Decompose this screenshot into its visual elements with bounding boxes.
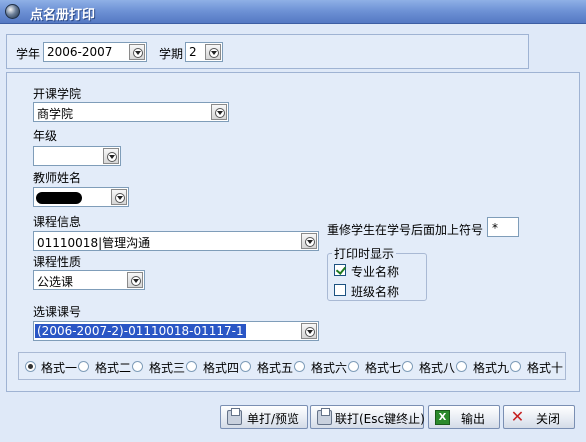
chevron-down-icon[interactable] (301, 233, 317, 249)
college-value: 商学院 (37, 107, 74, 121)
chevron-down-icon[interactable] (129, 44, 145, 60)
chevron-down-icon[interactable] (103, 148, 119, 164)
format-label-10: 格式十 (527, 361, 564, 375)
format-label-7: 格式七 (365, 361, 402, 375)
close-label: 关闭 (536, 412, 561, 426)
retake-symbol-value: * (492, 221, 498, 235)
format-radio-10[interactable] (510, 361, 521, 372)
main-form-panel: 开课学院 商学院 年级 教师姓名 课程信息 01110018|管理沟通 课程性质… (6, 72, 580, 392)
year-select[interactable]: 2006-2007 (43, 42, 147, 62)
retake-symbol-label: 重修学生在学号后面加上符号 (327, 223, 484, 237)
course-info-value: 01110018|管理沟通 (37, 236, 151, 250)
print-display-legend: 打印时显示 (332, 245, 397, 262)
course-nature-value: 公选课 (37, 275, 74, 289)
format-label-9: 格式九 (473, 361, 510, 375)
class-name-checkbox[interactable] (334, 284, 346, 296)
major-name-checkbox[interactable] (334, 264, 346, 276)
title-bar: 点名册打印 (0, 0, 586, 24)
batch-print-label: 联打(Esc键终止) (335, 412, 425, 426)
print-display-group: 打印时显示 专业名称 班级名称 (327, 245, 427, 301)
year-value: 2006-2007 (47, 45, 113, 59)
format-radio-4[interactable] (186, 361, 197, 372)
course-info-select[interactable]: 01110018|管理沟通 (33, 231, 319, 251)
format-label-3: 格式三 (149, 361, 186, 375)
college-label: 开课学院 (33, 87, 82, 101)
format-label-2: 格式二 (95, 361, 132, 375)
format-radio-7[interactable] (348, 361, 359, 372)
app-globe-icon (5, 4, 20, 19)
chevron-down-icon[interactable] (301, 323, 317, 339)
chevron-down-icon[interactable] (211, 104, 227, 120)
printer-icon (317, 408, 332, 425)
semester-value: 2 (189, 45, 197, 59)
grade-label: 年级 (33, 129, 58, 143)
format-radio-9[interactable] (456, 361, 467, 372)
chevron-down-icon[interactable] (205, 44, 221, 60)
course-nature-label: 课程性质 (33, 255, 82, 269)
format-label-5: 格式五 (257, 361, 294, 375)
format-label-1: 格式一 (41, 361, 78, 375)
close-button[interactable]: ✕ 关闭 (503, 405, 575, 429)
format-label-6: 格式六 (311, 361, 348, 375)
export-label: 输出 (461, 412, 486, 426)
course-code-select[interactable]: (2006-2007-2)-01110018-01117-1 (33, 321, 319, 341)
redacted-teacher-name (36, 192, 82, 204)
format-radio-8[interactable] (402, 361, 413, 372)
format-radio-group: 格式一 格式二 格式三 格式四 格式五 格式六 格式七 格式八 格式九 格式十 (18, 352, 566, 380)
class-name-label: 班级名称 (351, 285, 400, 299)
single-print-button[interactable]: 单打/预览 (220, 405, 308, 429)
single-print-label: 单打/预览 (247, 412, 300, 426)
format-label-8: 格式八 (419, 361, 456, 375)
format-radio-2[interactable] (78, 361, 89, 372)
format-label-4: 格式四 (203, 361, 240, 375)
year-label: 学年 (16, 47, 41, 61)
college-select[interactable]: 商学院 (33, 102, 229, 122)
chevron-down-icon[interactable] (127, 272, 143, 288)
batch-print-button[interactable]: 联打(Esc键终止) (310, 405, 425, 429)
excel-icon: X (435, 410, 450, 425)
major-name-label: 专业名称 (351, 265, 400, 279)
course-info-label: 课程信息 (33, 215, 82, 229)
course-code-label: 选课课号 (33, 305, 82, 319)
semester-select[interactable]: 2 (185, 42, 223, 62)
term-panel: 学年 2006-2007 学期 2 (6, 34, 529, 69)
format-radio-1[interactable] (25, 361, 36, 372)
window-title: 点名册打印 (30, 8, 96, 23)
course-code-value: (2006-2007-2)-01110018-01117-1 (35, 324, 246, 338)
close-icon: ✕ (510, 407, 525, 426)
export-button[interactable]: X 输出 (428, 405, 500, 429)
course-nature-select[interactable]: 公选课 (33, 270, 145, 290)
teacher-label: 教师姓名 (33, 171, 82, 185)
grade-select[interactable] (33, 146, 121, 166)
print-roll-window: 点名册打印 学年 2006-2007 学期 2 开课学院 商学院 年级 教师姓名 (0, 0, 586, 442)
teacher-select[interactable] (33, 187, 129, 207)
printer-icon (227, 408, 242, 425)
retake-symbol-input[interactable]: * (487, 217, 519, 237)
format-radio-6[interactable] (294, 361, 305, 372)
chevron-down-icon[interactable] (111, 189, 127, 205)
format-radio-5[interactable] (240, 361, 251, 372)
format-radio-3[interactable] (132, 361, 143, 372)
semester-label: 学期 (159, 47, 184, 61)
